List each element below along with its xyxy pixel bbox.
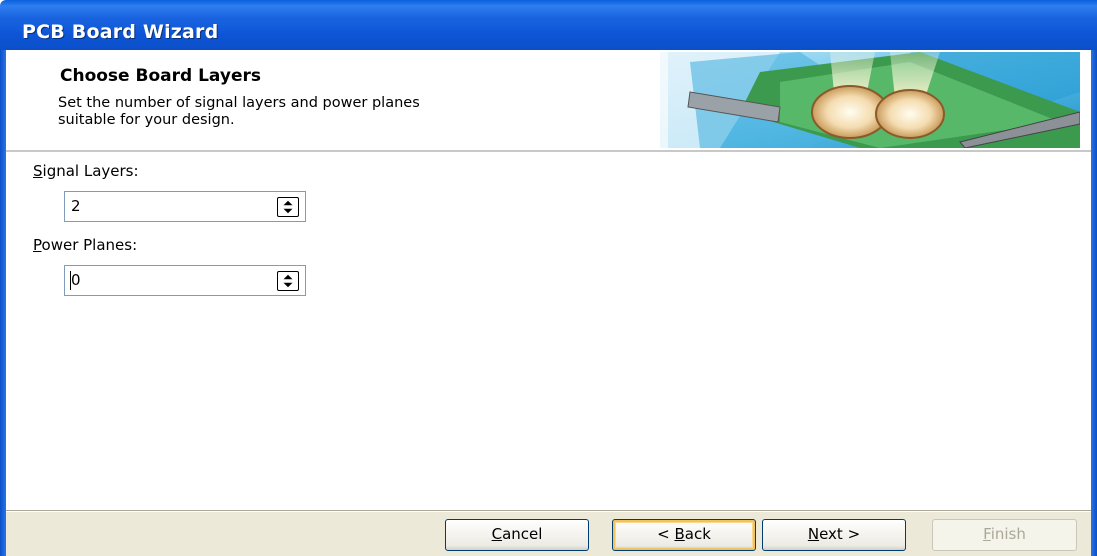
wizard-content: Signal Layers: 2 Power Planes: 0 (6, 152, 1091, 510)
spin-updown-icon[interactable] (277, 271, 299, 291)
window-frame-right (1091, 50, 1097, 556)
description-line-1: Set the number of signal layers and powe… (58, 95, 420, 111)
signal-layers-spinner[interactable]: 2 (64, 191, 306, 222)
window-title: PCB Board Wizard (22, 21, 219, 43)
page-description: Set the number of signal layers and powe… (58, 95, 578, 129)
next-button[interactable]: Next > (762, 519, 906, 551)
pcb-board-wizard-window: PCB Board Wizard Choose Board Layers Set… (0, 0, 1097, 556)
signal-layers-value[interactable]: 2 (71, 197, 81, 215)
back-button[interactable]: < Back (612, 519, 756, 551)
title-bar[interactable]: PCB Board Wizard (0, 0, 1097, 50)
power-planes-value[interactable]: 0 (71, 271, 81, 289)
pcb-banner-image (660, 52, 1080, 148)
signal-layers-label: Signal Layers: (33, 162, 139, 180)
power-planes-label: Power Planes: (33, 236, 138, 254)
spin-updown-icon[interactable] (277, 197, 299, 217)
power-planes-spinner[interactable]: 0 (64, 265, 306, 296)
finish-button[interactable]: Finish (932, 519, 1077, 551)
page-heading: Choose Board Layers (60, 66, 261, 86)
wizard-footer: Cancel < Back Next > Finish (6, 510, 1091, 556)
description-line-2: suitable for your design. (58, 112, 235, 128)
footer-highlight (6, 511, 1091, 512)
cancel-button[interactable]: Cancel (445, 519, 589, 551)
